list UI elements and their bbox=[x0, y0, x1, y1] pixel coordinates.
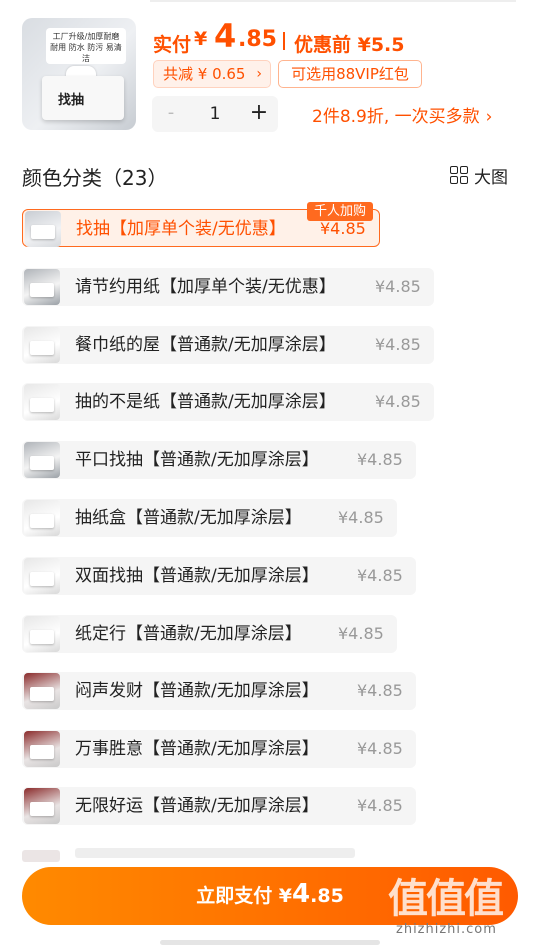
variant-name: 请节约用纸【加厚单个装/无优惠】 bbox=[75, 277, 336, 297]
variant-thumbnail bbox=[24, 500, 60, 536]
variant-price: ¥4.85 bbox=[338, 508, 384, 527]
variant-name: 双面找抽【普通款/无加厚涂层】 bbox=[75, 566, 319, 586]
popular-tag: 千人加购 bbox=[306, 202, 373, 221]
variant-price: ¥4.85 bbox=[357, 566, 403, 585]
variant-name: 闷声发财【普通款/无加厚涂层】 bbox=[75, 681, 319, 701]
discount-chip-label: 共减 ¥ 0.65 bbox=[163, 65, 246, 83]
variant-option[interactable]: 平口找抽【普通款/无加厚涂层】 ¥4.85 bbox=[22, 441, 416, 479]
top-divider bbox=[150, 0, 516, 2]
quantity-stepper[interactable]: - 1 + bbox=[152, 96, 278, 132]
grid-icon bbox=[450, 166, 468, 184]
pay-now-label: 立即支付 ¥ bbox=[196, 885, 293, 907]
variant-option-partial bbox=[22, 844, 402, 862]
variant-name: 无限好运【普通款/无加厚涂层】 bbox=[75, 796, 319, 816]
variant-thumbnail bbox=[24, 558, 60, 594]
variant-thumbnail bbox=[24, 788, 60, 824]
product-image[interactable]: 工厂升级/加厚耐磨 耐用 防水 防污 易清洁 找抽 bbox=[22, 18, 136, 130]
decrease-button[interactable]: - bbox=[152, 96, 190, 132]
variant-name: 平口找抽【普通款/无加厚涂层】 bbox=[75, 450, 319, 470]
variant-thumbnail bbox=[24, 673, 60, 709]
variant-thumbnail bbox=[24, 616, 60, 652]
variant-thumbnail bbox=[25, 211, 61, 247]
variant-name: 找抽【加厚单个装/无优惠】 bbox=[76, 219, 286, 239]
variant-option[interactable]: 请节约用纸【加厚单个装/无优惠】 ¥4.85 bbox=[22, 268, 434, 306]
variant-option[interactable]: 闷声发财【普通款/无加厚涂层】 ¥4.85 bbox=[22, 672, 416, 710]
variant-price: ¥4.85 bbox=[375, 392, 421, 411]
variant-thumbnail bbox=[24, 442, 60, 478]
variant-option[interactable]: 双面找抽【普通款/无加厚涂层】 ¥4.85 bbox=[22, 557, 416, 595]
variant-option[interactable]: 餐巾纸的屋【普通款/无加厚涂层】 ¥4.85 bbox=[22, 326, 434, 364]
multi-buy-promo-link[interactable]: 2件8.9折, 一次买多款 › bbox=[312, 102, 492, 127]
variant-thumbnail bbox=[24, 269, 60, 305]
color-category-title: 颜色分类（23） bbox=[22, 166, 168, 190]
large-image-toggle[interactable]: 大图 bbox=[450, 164, 508, 188]
pay-amount-decimal: .85 bbox=[310, 885, 344, 907]
variant-option[interactable]: 纸定行【普通款/无加厚涂层】 ¥4.85 bbox=[22, 615, 397, 653]
variant-price: ¥4.85 bbox=[338, 624, 384, 643]
promo-text: 2件8.9折, 一次买多款 bbox=[312, 107, 480, 127]
variant-price: ¥4.85 bbox=[357, 681, 403, 700]
site-watermark: 值值值 zhizhizhi.com bbox=[388, 866, 534, 946]
variant-option[interactable]: 抽的不是纸【普通款/无加厚涂层】 ¥4.85 bbox=[22, 383, 434, 421]
variant-name: 抽纸盒【普通款/无加厚涂层】 bbox=[75, 508, 302, 528]
variant-price: ¥4.85 bbox=[357, 796, 403, 815]
variant-name: 抽的不是纸【普通款/无加厚涂层】 bbox=[75, 392, 336, 412]
increase-button[interactable]: + bbox=[240, 96, 278, 132]
product-image-banner: 工厂升级/加厚耐磨 耐用 防水 防污 易清洁 bbox=[46, 28, 126, 64]
variant-name: 万事胜意【普通款/无加厚涂层】 bbox=[75, 739, 319, 759]
variant-name: 纸定行【普通款/无加厚涂层】 bbox=[75, 624, 302, 644]
variant-option[interactable]: 万事胜意【普通款/无加厚涂层】 ¥4.85 bbox=[22, 730, 416, 768]
price-separator bbox=[283, 32, 285, 50]
variant-price: ¥4.85 bbox=[357, 450, 403, 469]
variant-name: 餐巾纸的屋【普通款/无加厚涂层】 bbox=[75, 335, 336, 355]
vip-coupon-chip[interactable]: 可选用88VIP红包 bbox=[278, 60, 422, 88]
watermark-url: zhizhizhi.com bbox=[396, 922, 497, 937]
tissue-box-shape: 找抽 bbox=[42, 76, 124, 120]
variant-thumbnail bbox=[24, 327, 60, 363]
quantity-value[interactable]: 1 bbox=[196, 96, 234, 132]
discount-chip[interactable]: 共减 ¥ 0.65 › bbox=[153, 60, 271, 88]
variant-option[interactable]: 无限好运【普通款/无加厚涂层】 ¥4.85 bbox=[22, 787, 416, 825]
watermark-logo: 值值值 bbox=[388, 876, 504, 922]
variant-price: ¥4.85 bbox=[375, 335, 421, 354]
paid-price-currency: ¥ bbox=[194, 28, 208, 50]
vip-coupon-label: 可选用88VIP红包 bbox=[291, 65, 409, 83]
large-image-label: 大图 bbox=[474, 167, 508, 188]
original-price: 优惠前 ¥5.5 bbox=[294, 34, 405, 56]
home-indicator bbox=[160, 940, 380, 945]
variant-price: ¥4.85 bbox=[357, 739, 403, 758]
variant-thumbnail bbox=[24, 384, 60, 420]
paid-price-label: 实付 bbox=[153, 34, 192, 56]
chevron-right-icon: › bbox=[485, 107, 493, 127]
variant-price: ¥4.85 bbox=[375, 277, 421, 296]
paid-price-integer: 4 bbox=[214, 17, 237, 55]
variant-thumbnail bbox=[24, 731, 60, 767]
chevron-right-icon: › bbox=[256, 66, 262, 82]
tissue-box-label: 找抽 bbox=[58, 93, 85, 108]
pay-amount-integer: 4 bbox=[292, 879, 311, 909]
variant-option[interactable]: 抽纸盒【普通款/无加厚涂层】 ¥4.85 bbox=[22, 499, 397, 537]
variant-option[interactable]: 找抽【加厚单个装/无优惠】 ¥4.85 千人加购 bbox=[22, 202, 380, 247]
paid-price-decimal: .85 bbox=[238, 27, 277, 52]
